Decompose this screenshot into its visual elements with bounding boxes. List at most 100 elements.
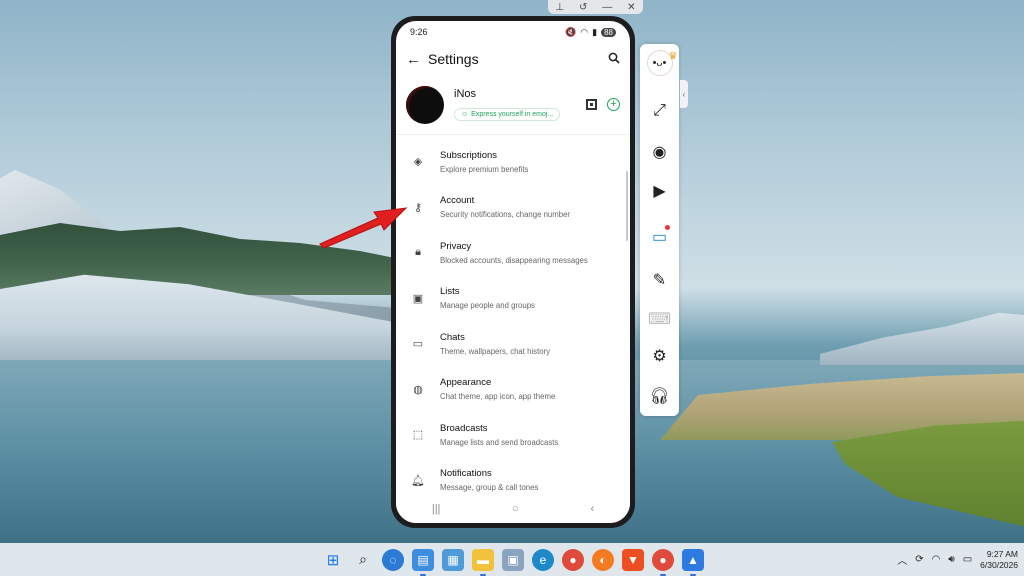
home-icon[interactable]: ○ bbox=[512, 503, 519, 515]
back-arrow-icon[interactable]: ← bbox=[406, 51, 428, 68]
item-title: Notifications bbox=[440, 468, 492, 480]
cast-icon[interactable]: ▭ bbox=[640, 225, 679, 247]
screen-record-icon[interactable]: ▶ bbox=[640, 181, 679, 201]
status-icons: 🔇 ◠ ▮ 88 bbox=[565, 27, 616, 38]
item-subtitle: Blocked accounts, disappearing messages bbox=[440, 255, 588, 265]
minimize-icon[interactable]: — bbox=[602, 2, 612, 13]
taskbar-apps: ⊞ ⌕ ◌ ▤ ▦ ▬ ▣ e ● ◐ ▼ ● ▲ bbox=[322, 543, 704, 576]
settings-list: ◈ Subscriptions Explore premium benefits… bbox=[396, 135, 630, 503]
file-explorer-icon[interactable]: ▬ bbox=[472, 548, 494, 576]
app-icon[interactable]: ▦ bbox=[442, 548, 464, 571]
edge-icon[interactable]: e bbox=[532, 548, 554, 571]
emulator-window-controls: ⊥ ↺ — ✕ bbox=[548, 0, 643, 14]
history-icon[interactable]: ↺ bbox=[579, 2, 587, 13]
mountain-right bbox=[820, 312, 1024, 365]
clock[interactable]: 9:27 AM 6/30/2026 bbox=[980, 549, 1018, 571]
clock-date: 6/30/2026 bbox=[980, 559, 1018, 570]
close-icon[interactable]: ✕ bbox=[627, 2, 635, 13]
palette-icon: ◍ bbox=[413, 383, 423, 396]
crown-icon: ♛ bbox=[668, 51, 678, 62]
settings-item-privacy[interactable]: 🔒︎ Privacy Blocked accounts, disappearin… bbox=[396, 230, 630, 276]
store-icon[interactable]: ▣ bbox=[502, 548, 524, 571]
battery-badge: 88 bbox=[601, 27, 616, 37]
phone-frame: 9:26 🔇 ◠ ▮ 88 ← Settings iNos ☺ Express … bbox=[391, 16, 635, 528]
brush-icon[interactable]: ✎ bbox=[640, 270, 679, 290]
item-subtitle: Manage people and groups bbox=[440, 301, 535, 311]
profile-actions: + bbox=[586, 98, 620, 111]
add-circle-icon[interactable]: + bbox=[607, 98, 620, 111]
item-subtitle: Security notifications, change number bbox=[440, 210, 571, 220]
settings-item-appearance[interactable]: ◍ Appearance Chat theme, app icon, app t… bbox=[396, 367, 630, 413]
qr-code-icon[interactable] bbox=[586, 99, 597, 110]
contacts-list-icon: ▣ bbox=[412, 292, 424, 305]
signal-icon: ▮ bbox=[592, 26, 598, 37]
start-icon[interactable]: ⊞ bbox=[322, 549, 344, 571]
settings-item-lists[interactable]: ▣ Lists Manage people and groups bbox=[396, 276, 630, 322]
support-headset-icon[interactable]: 🎧︎ bbox=[640, 386, 679, 406]
firefox-icon[interactable]: ◐ bbox=[592, 548, 614, 571]
profile-info: iNos ☺ Express yourself in emoj... bbox=[454, 88, 586, 121]
item-title: Lists bbox=[440, 286, 460, 298]
status-time: 9:26 bbox=[410, 27, 428, 37]
item-subtitle: Explore premium benefits bbox=[440, 164, 529, 174]
profile-name: iNos bbox=[454, 88, 477, 100]
wifi-icon: ◠ bbox=[580, 26, 589, 37]
battery-icon[interactable]: ▭ bbox=[963, 554, 972, 565]
settings-item-subscriptions[interactable]: ◈ Subscriptions Explore premium benefits bbox=[396, 139, 630, 185]
wifi-icon[interactable]: ◠ bbox=[932, 554, 941, 565]
item-title: Chats bbox=[440, 331, 465, 343]
mascot-icon: •ᴗ• ♛ bbox=[646, 50, 678, 76]
pin-icon[interactable]: ⊥ bbox=[555, 2, 564, 13]
broadcast-icon: ⬚ bbox=[412, 429, 424, 442]
avatar[interactable] bbox=[406, 85, 444, 124]
phone-screen: 9:26 🔇 ◠ ▮ 88 ← Settings iNos ☺ Express … bbox=[396, 21, 630, 523]
system-tray: ︿ ⟳ ◠ 🔊︎ ▭ 9:27 AM 6/30/2026 bbox=[897, 543, 1018, 576]
notepad-icon[interactable]: ▤ bbox=[412, 548, 434, 576]
app-bar: ← Settings bbox=[396, 43, 630, 75]
emoji-icon: ☺ bbox=[461, 111, 469, 118]
chat-icon: ▭ bbox=[412, 338, 424, 351]
volume-icon[interactable]: 🔊︎ bbox=[948, 554, 954, 565]
search-icon[interactable]: ⌕ bbox=[352, 549, 374, 571]
fullscreen-icon[interactable]: ⤢ bbox=[640, 102, 679, 120]
status-placeholder: Express yourself in emoj... bbox=[471, 111, 554, 118]
settings-item-broadcasts[interactable]: ⬚ Broadcasts Manage lists and send broad… bbox=[396, 412, 630, 458]
mascot-avatar[interactable]: •ᴗ• ♛ bbox=[640, 50, 679, 76]
chrome-icon[interactable]: ● bbox=[652, 548, 674, 576]
diamond-icon: ◈ bbox=[413, 156, 423, 169]
recents-icon[interactable]: ||| bbox=[432, 503, 441, 515]
bell-icon: 🔔︎ bbox=[411, 474, 425, 487]
profile-row[interactable]: iNos ☺ Express yourself in emoj... + bbox=[396, 75, 630, 135]
item-subtitle: Theme, wallpapers, chat history bbox=[440, 346, 551, 356]
chrome-icon[interactable]: ● bbox=[562, 548, 584, 571]
mute-icon: 🔇 bbox=[565, 26, 577, 37]
page-title: Settings bbox=[428, 51, 479, 67]
item-title: Privacy bbox=[440, 240, 472, 252]
android-nav-bar: ||| ○ ‹ bbox=[396, 495, 630, 523]
item-subtitle: Message, group & call tones bbox=[440, 483, 539, 493]
keyboard-icon[interactable]: ⌨ bbox=[640, 309, 679, 329]
taskbar: ⊞ ⌕ ◌ ▤ ▦ ▬ ▣ e ● ◐ ▼ ● ▲ ︿ ⟳ ◠ 🔊︎ ▭ 9:2… bbox=[0, 543, 1024, 576]
collapse-toolbar-icon[interactable]: ‹ bbox=[680, 80, 688, 108]
copilot-icon[interactable]: ◌ bbox=[382, 548, 404, 571]
scrollbar[interactable] bbox=[626, 171, 628, 241]
item-title: Appearance bbox=[440, 377, 492, 389]
settings-item-account[interactable]: ⚷ Account Security notifications, change… bbox=[396, 185, 630, 231]
status-bar: 9:26 🔇 ◠ ▮ 88 bbox=[396, 21, 630, 43]
item-title: Subscriptions bbox=[440, 149, 498, 161]
brave-icon[interactable]: ▼ bbox=[622, 548, 644, 571]
chevron-up-icon[interactable]: ︿ bbox=[897, 552, 907, 567]
back-nav-icon[interactable]: ‹ bbox=[590, 503, 594, 515]
item-subtitle: Manage lists and send broadcasts bbox=[440, 437, 559, 447]
status-input[interactable]: ☺ Express yourself in emoj... bbox=[454, 108, 561, 121]
sync-icon[interactable]: ⟳ bbox=[915, 554, 923, 565]
settings-icon[interactable]: ⚙ bbox=[640, 346, 679, 366]
settings-item-chats[interactable]: ▭ Chats Theme, wallpapers, chat history bbox=[396, 321, 630, 367]
notification-dot bbox=[665, 225, 670, 230]
item-subtitle: Chat theme, app icon, app theme bbox=[440, 392, 556, 402]
mountain-app-icon[interactable]: ▲ bbox=[682, 548, 704, 576]
item-title: Broadcasts bbox=[440, 422, 488, 434]
screenshot-icon[interactable]: ◉ bbox=[640, 142, 679, 162]
item-title: Account bbox=[440, 195, 475, 207]
search-icon[interactable] bbox=[608, 52, 620, 67]
